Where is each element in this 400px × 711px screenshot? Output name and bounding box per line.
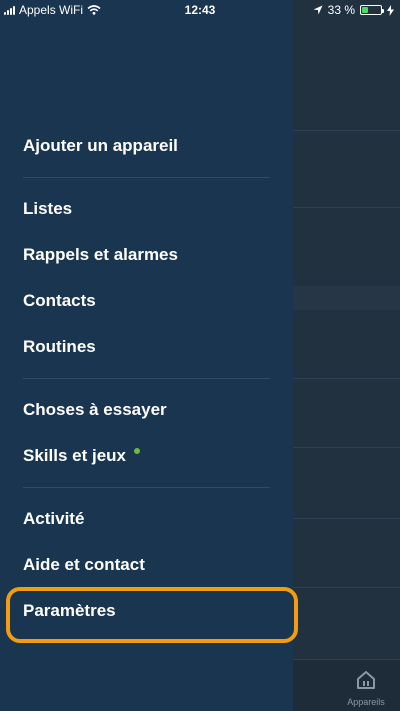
menu-item-skills-jeux[interactable]: Skills et jeux <box>0 433 293 479</box>
highlight-outline <box>6 587 298 643</box>
battery-icon <box>360 5 384 15</box>
menu-item-label: Contacts <box>23 291 96 310</box>
status-right: 33 % <box>313 3 394 17</box>
tab-appareils[interactable]: Appareils <box>346 670 386 707</box>
bg-divider <box>293 447 400 448</box>
menu-item-routines[interactable]: Routines <box>0 324 293 370</box>
menu-divider <box>23 177 270 178</box>
bg-divider <box>293 207 400 208</box>
status-bar: Appels WiFi 12:43 33 % <box>0 0 400 20</box>
menu-item-choses-essayer[interactable]: Choses à essayer <box>0 387 293 433</box>
charging-bolt-icon <box>387 4 394 16</box>
menu-item-activite[interactable]: Activité <box>0 496 293 542</box>
menu-item-label: Skills et jeux <box>23 446 126 465</box>
bg-divider <box>293 378 400 379</box>
devices-icon <box>357 671 375 689</box>
tab-appareils-label: Appareils <box>347 697 385 707</box>
screen: Appareils Ajouter un appareil Listes Rap… <box>0 0 400 711</box>
bg-divider <box>293 518 400 519</box>
background-app[interactable]: Appareils <box>293 0 400 711</box>
menu-item-contacts[interactable]: Contacts <box>0 278 293 324</box>
bg-divider <box>293 130 400 131</box>
new-indicator-dot <box>134 448 140 454</box>
battery-percent: 33 % <box>327 3 355 17</box>
menu-item-label: Activité <box>23 509 85 528</box>
menu-divider <box>23 378 270 379</box>
menu-item-listes[interactable]: Listes <box>0 186 293 232</box>
drawer-menu: Ajouter un appareil Listes Rappels et al… <box>0 123 293 634</box>
tab-bar: Appareils <box>293 659 400 711</box>
menu-item-ajouter-appareil[interactable]: Ajouter un appareil <box>0 123 293 169</box>
menu-item-label: Listes <box>23 199 73 218</box>
location-arrow-icon <box>313 5 323 15</box>
menu-item-label: Choses à essayer <box>23 400 167 419</box>
menu-item-label: Ajouter un appareil <box>23 136 178 155</box>
menu-item-aide-contact[interactable]: Aide et contact <box>0 542 293 588</box>
bg-section-band <box>293 286 400 310</box>
menu-item-rappels-alarmes[interactable]: Rappels et alarmes <box>0 232 293 278</box>
battery-fill <box>362 7 368 13</box>
menu-item-label: Routines <box>23 337 96 356</box>
menu-divider <box>23 487 270 488</box>
menu-item-label: Rappels et alarmes <box>23 245 178 264</box>
menu-item-label: Aide et contact <box>23 555 145 574</box>
bg-divider <box>293 587 400 588</box>
